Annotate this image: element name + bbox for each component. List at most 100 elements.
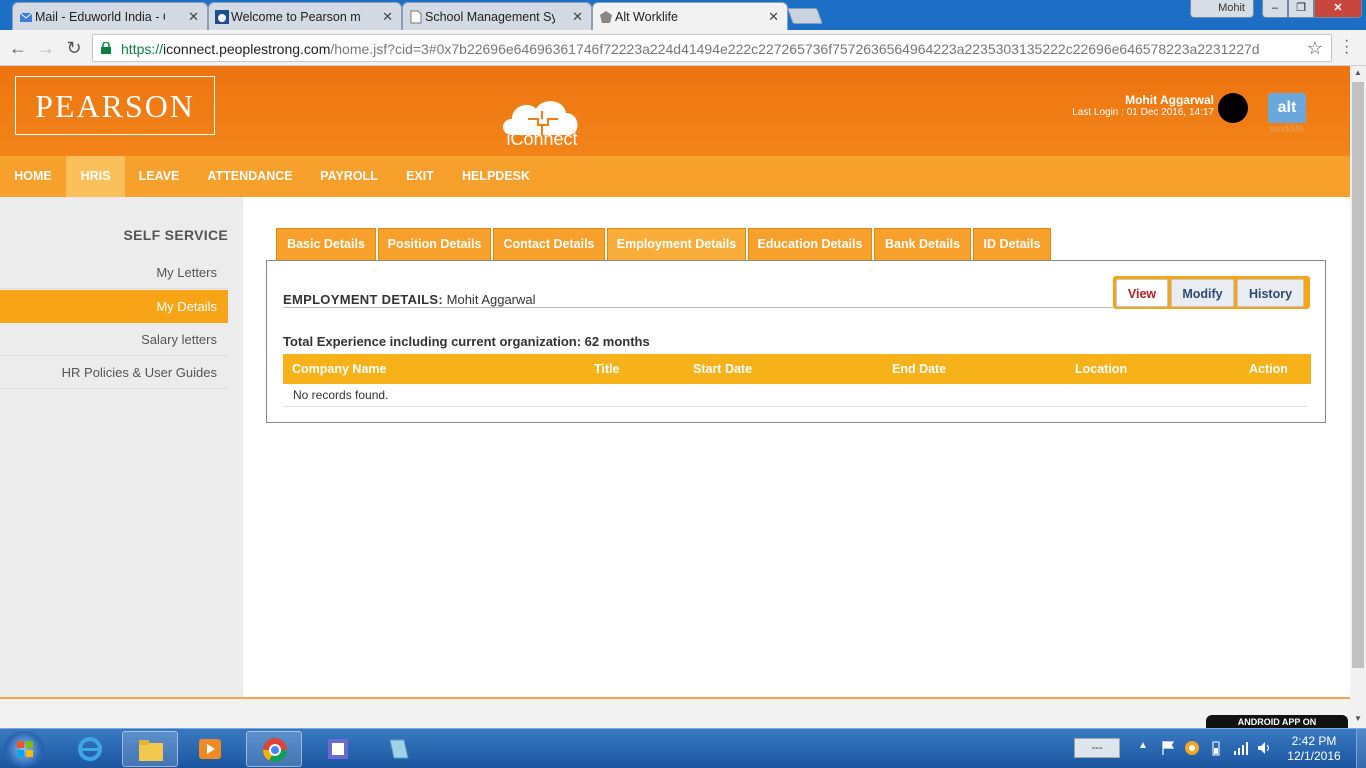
employment-table-header: Company Name Title Start Date End Date L… <box>283 354 1311 384</box>
column-location: Location <box>1075 362 1128 376</box>
keyboard-indicator[interactable]: --- <box>1074 738 1120 758</box>
employee-name: Mohit Aggarwal <box>446 292 536 307</box>
tab-employment-details[interactable]: Employment Details <box>607 228 746 260</box>
total-experience: Total Experience including current organ… <box>283 334 650 349</box>
close-icon[interactable]: ✕ <box>382 9 393 25</box>
scroll-up-icon[interactable]: ▲ <box>1353 68 1363 77</box>
column-end-date: End Date <box>892 362 947 376</box>
alt-worklife-logo[interactable]: alt <box>1268 93 1306 123</box>
nav-payroll[interactable]: PAYROLL <box>307 156 391 197</box>
column-company-name: Company Name <box>292 362 387 376</box>
pearson-logo[interactable]: PEARSON <box>15 76 215 135</box>
panel-title: EMPLOYMENT DETAILS: Mohit Aggarwal <box>283 292 536 307</box>
panel-heading: EMPLOYMENT DETAILS: <box>283 292 444 307</box>
tab-education-details[interactable]: Education Details <box>748 228 872 260</box>
avatar[interactable] <box>1218 93 1248 123</box>
sidebar-item-my-letters[interactable]: My Letters <box>0 256 228 289</box>
browser-tab-title: Mail - Eduworld India - C <box>35 9 165 24</box>
document-icon <box>410 10 422 24</box>
column-title: Title <box>594 362 620 376</box>
sidebar-item-hr-policies[interactable]: HR Policies & User Guides <box>0 356 228 389</box>
sidebar: SELF SERVICE My Letters My Details Salar… <box>0 197 243 697</box>
taskbar-media-player[interactable] <box>182 731 238 767</box>
url-path: /home.jsf?cid=3#0x7b22696e64696361746f72… <box>330 41 1260 57</box>
android-app-badge[interactable]: ANDROID APP ON <box>1206 715 1348 728</box>
bookmark-star-icon[interactable]: ☆ <box>1307 38 1323 59</box>
taskbar-app[interactable] <box>310 731 366 767</box>
nav-hris[interactable]: HRIS <box>66 156 125 197</box>
chrome-icon <box>263 738 287 763</box>
clock-date: 12/1/2016 <box>1287 749 1341 763</box>
volume-icon[interactable] <box>1256 740 1272 756</box>
taskbar-notepad[interactable] <box>370 731 426 767</box>
nav-exit[interactable]: EXIT <box>391 156 449 197</box>
scrollbar-thumb[interactable] <box>1352 82 1364 668</box>
column-action: Action <box>1249 362 1288 376</box>
last-login: Last Login : 01 Dec 2016, 14:17 <box>1072 107 1214 118</box>
view-button[interactable]: View <box>1116 279 1168 307</box>
empty-message: No records found. <box>293 388 389 402</box>
address-bar[interactable]: https://iconnect.peoplestrong.com/home.j… <box>92 34 1332 62</box>
browser-tab-pearson[interactable]: Welcome to Pearson my ✕ <box>208 2 402 30</box>
nav-home[interactable]: HOME <box>0 156 66 197</box>
footer <box>0 699 1350 728</box>
browser-tab-alt-worklife[interactable]: Alt Worklife ✕ <box>592 2 788 30</box>
taskbar-chrome[interactable] <box>246 731 302 767</box>
forward-arrow-icon[interactable]: → <box>34 36 58 60</box>
globe-icon <box>600 11 612 23</box>
close-icon[interactable]: ✕ <box>572 9 583 25</box>
nav-leave[interactable]: LEAVE <box>125 156 193 197</box>
close-icon[interactable]: ✕ <box>188 9 199 25</box>
flag-icon[interactable] <box>1160 740 1176 756</box>
url-text: https://iconnect.peoplestrong.com/home.j… <box>121 41 1260 57</box>
history-button[interactable]: History <box>1237 279 1304 307</box>
browser-toolbar: ← → ↻ https://iconnect.peoplestrong.com/… <box>0 30 1366 66</box>
scroll-down-icon[interactable]: ▼ <box>1353 714 1363 723</box>
internet-explorer-icon <box>78 737 102 761</box>
alt-worklife-sublabel: worklife <box>1270 124 1304 135</box>
tab-basic-details[interactable]: Basic Details <box>276 228 376 260</box>
user-name[interactable]: Mohit Aggarwal <box>1125 93 1214 107</box>
folder-icon <box>139 740 163 761</box>
product-name: iConnect <box>506 129 578 149</box>
minimize-button[interactable]: – <box>1262 0 1288 18</box>
media-player-icon <box>199 739 221 759</box>
tab-id-details[interactable]: ID Details <box>973 228 1051 260</box>
show-hidden-icons-icon[interactable]: ▲ <box>1138 740 1148 751</box>
page-scrollbar[interactable]: ▲ ▼ <box>1350 66 1366 728</box>
tab-bank-details[interactable]: Bank Details <box>874 228 971 260</box>
network-signal-icon[interactable] <box>1232 740 1248 756</box>
reload-icon[interactable]: ↻ <box>62 36 86 60</box>
new-tab-button[interactable] <box>787 8 823 24</box>
tab-position-details[interactable]: Position Details <box>378 228 491 260</box>
window-close-button[interactable]: ✕ <box>1314 0 1362 18</box>
browser-tab-mail[interactable]: Mail - Eduworld India - C ✕ <box>12 2 208 30</box>
divider <box>283 406 1307 407</box>
close-icon[interactable]: ✕ <box>768 9 779 25</box>
nav-attendance[interactable]: ATTENDANCE <box>193 156 307 197</box>
clock-time: 2:42 PM <box>1291 734 1337 748</box>
taskbar-clock[interactable]: 2:42 PM 12/1/2016 <box>1284 734 1344 764</box>
profile-button[interactable]: Mohit <box>1190 0 1254 18</box>
sync-icon[interactable] <box>1184 740 1200 756</box>
notepad-icon <box>389 739 409 759</box>
start-button[interactable] <box>4 731 44 767</box>
taskbar-internet-explorer[interactable] <box>62 731 118 767</box>
back-arrow-icon[interactable]: ← <box>6 36 30 60</box>
mail-icon <box>19 12 33 22</box>
browser-tab-title: Alt Worklife <box>615 9 678 24</box>
view-mode-toggle: View Modify History <box>1113 276 1310 309</box>
nav-helpdesk[interactable]: HELPDESK <box>449 156 543 197</box>
taskbar-file-explorer[interactable] <box>122 731 178 767</box>
battery-icon[interactable] <box>1208 740 1224 756</box>
windows-logo-icon <box>17 741 33 757</box>
modify-button[interactable]: Modify <box>1171 279 1234 307</box>
maximize-button[interactable]: ❐ <box>1288 0 1314 18</box>
browser-menu-icon[interactable]: · · · <box>1344 33 1349 61</box>
application-icon <box>328 739 348 759</box>
browser-tab-school[interactable]: School Management Sys ✕ <box>402 2 592 30</box>
sidebar-item-salary-letters[interactable]: Salary letters <box>0 323 228 356</box>
show-desktop-button[interactable] <box>1356 729 1366 768</box>
sidebar-item-my-details[interactable]: My Details <box>0 290 228 323</box>
tab-contact-details[interactable]: Contact Details <box>493 228 605 260</box>
